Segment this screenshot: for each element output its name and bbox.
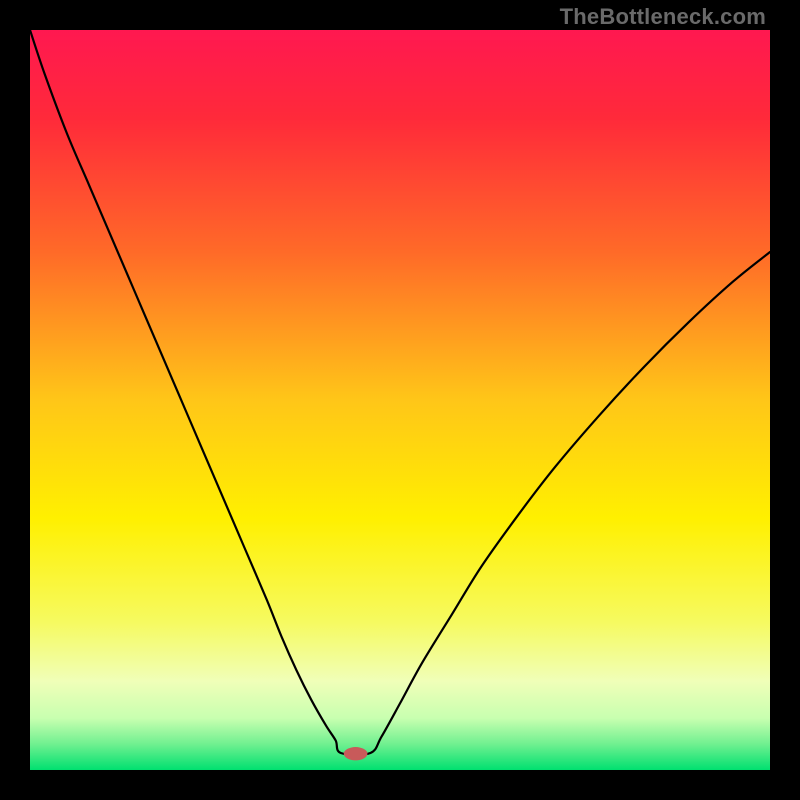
bottleneck-chart bbox=[30, 30, 770, 770]
plot-area bbox=[30, 30, 770, 770]
optimal-point-marker bbox=[344, 747, 368, 760]
chart-frame: TheBottleneck.com bbox=[0, 0, 800, 800]
gradient-background bbox=[30, 30, 770, 770]
watermark-text: TheBottleneck.com bbox=[560, 4, 766, 30]
